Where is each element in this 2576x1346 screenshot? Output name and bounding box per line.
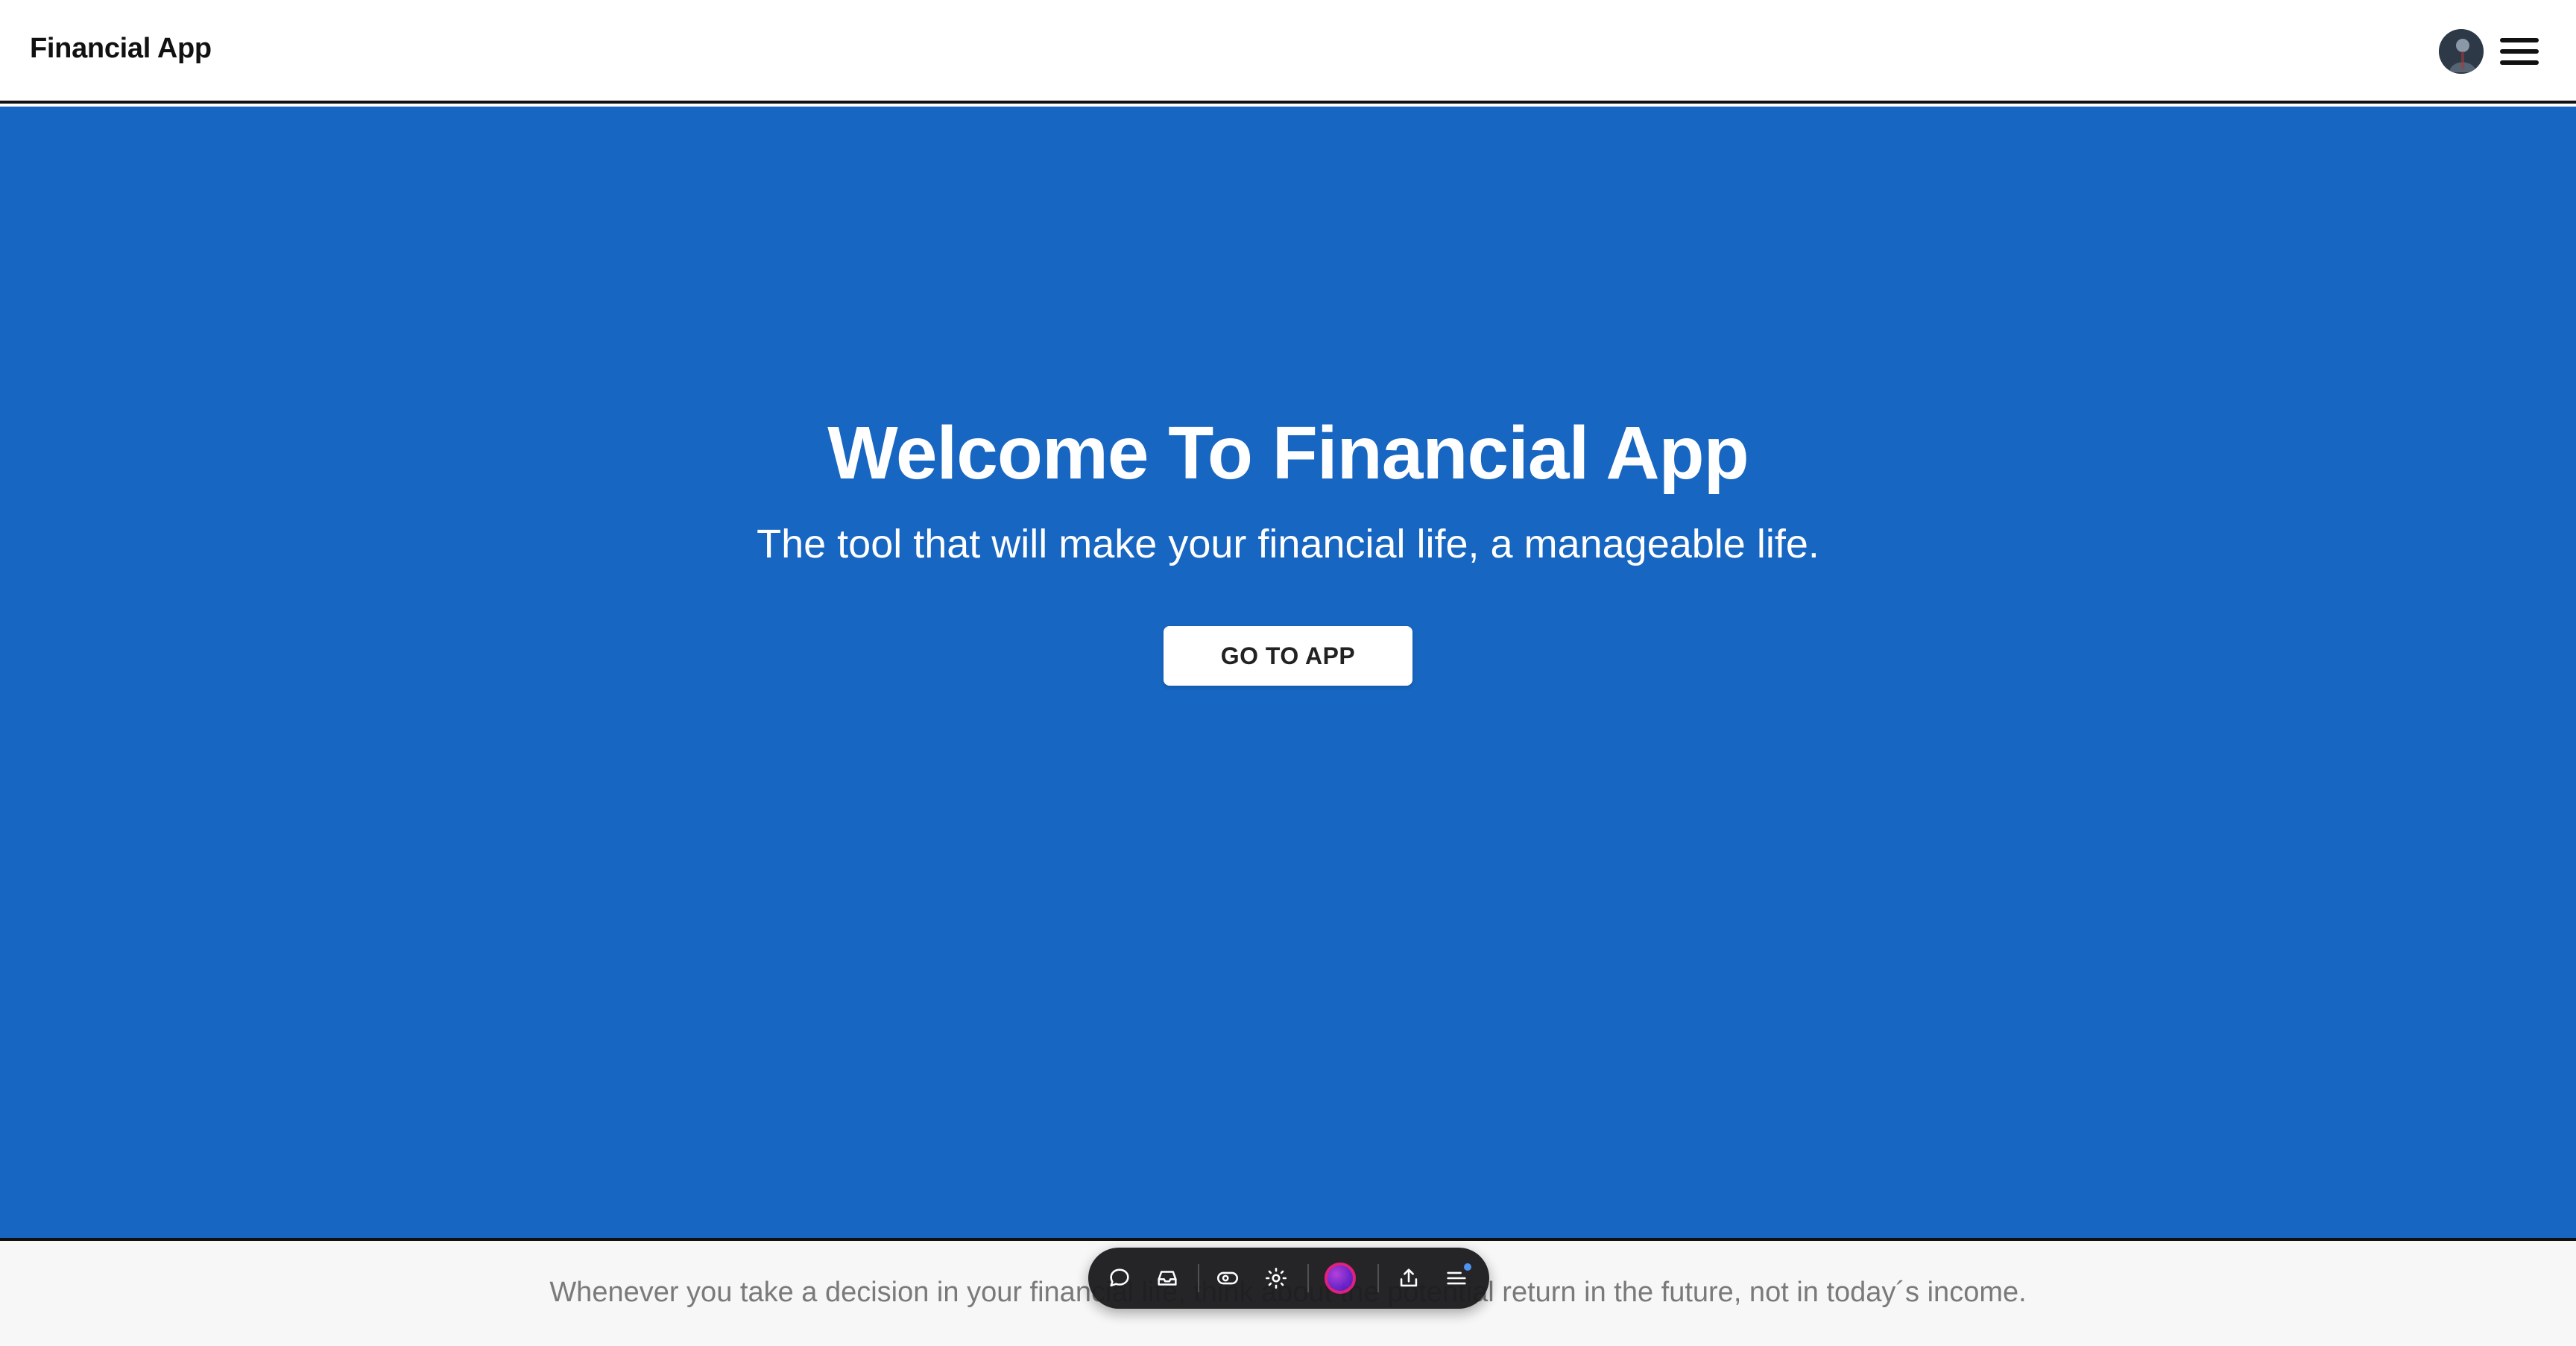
top-navbar: Financial App — [0, 0, 2576, 104]
brand-title[interactable]: Financial App — [30, 33, 212, 65]
hamburger-menu-icon[interactable] — [2500, 38, 2539, 65]
comment-icon[interactable] — [1105, 1263, 1134, 1293]
toolbar-divider — [1377, 1264, 1379, 1292]
notification-dot — [1464, 1263, 1471, 1271]
user-avatar[interactable] — [2439, 29, 2484, 74]
user-photo-icon — [2439, 29, 2484, 74]
hero-title: Welcome To Financial App — [827, 411, 1749, 495]
hero-subtitle: The tool that will make your financial l… — [757, 522, 1819, 566]
toolbar-divider — [1198, 1264, 1199, 1292]
record-icon[interactable] — [1325, 1263, 1356, 1294]
floating-toolbar — [1088, 1248, 1489, 1309]
eye-icon[interactable] — [1213, 1263, 1243, 1293]
toolbar-divider — [1307, 1264, 1309, 1292]
settings-icon[interactable] — [1261, 1263, 1291, 1293]
share-icon[interactable] — [1394, 1263, 1424, 1293]
hero-section: Welcome To Financial App The tool that w… — [0, 107, 2576, 1238]
menu-list-icon[interactable] — [1442, 1263, 1471, 1293]
go-to-app-button[interactable]: GO TO APP — [1164, 626, 1412, 686]
inbox-icon[interactable] — [1152, 1263, 1182, 1293]
